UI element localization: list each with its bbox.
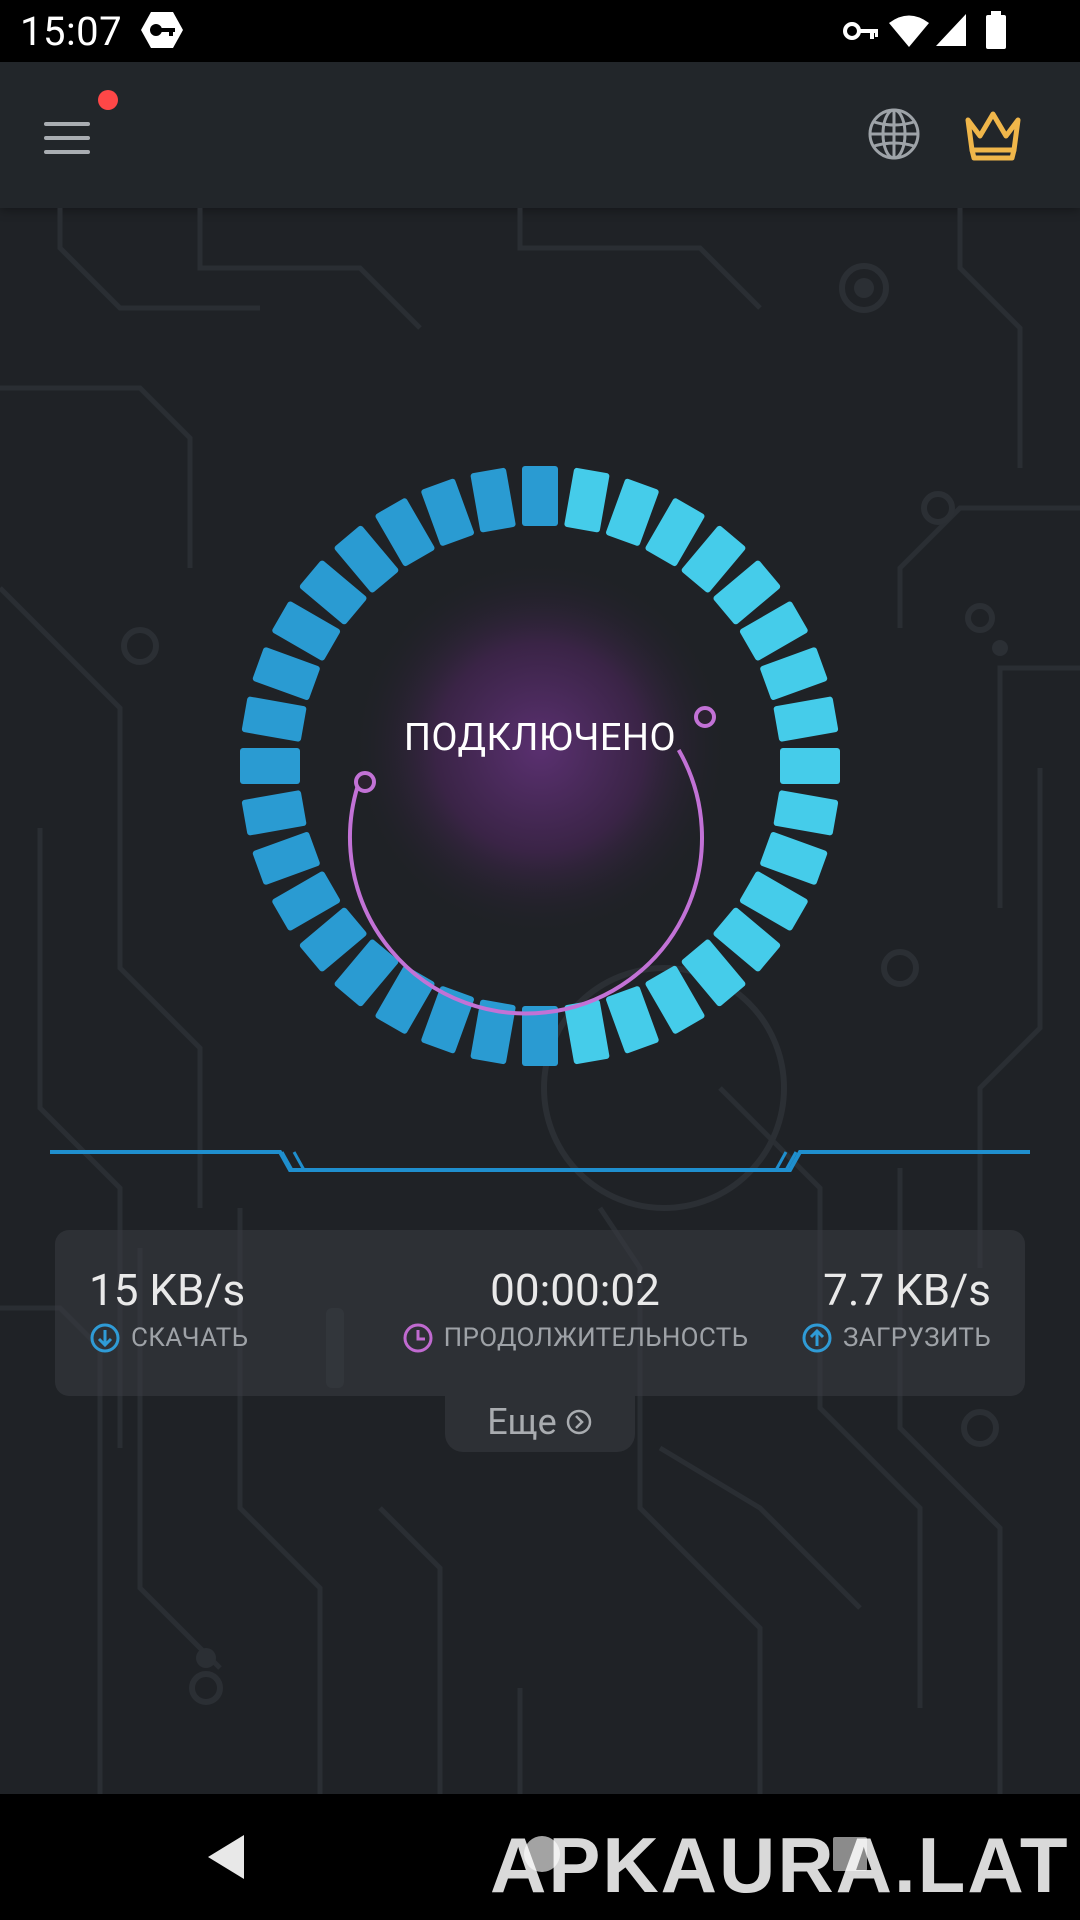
connection-duration: 00:00:02 [490,1264,660,1316]
ring-segment [780,748,840,784]
main-content: ПОДКЛЮЧЕНО 15 KB/s СКАЧАТЬ 00:00:02 ПРОД… [0,208,1080,1794]
ring-segment [241,790,307,836]
menu-button[interactable] [40,114,96,162]
ring-segment [773,696,839,742]
cell-signal-icon [936,14,966,46]
arc-start-dot [354,771,376,793]
divider [50,1150,1030,1172]
ring-segment [252,647,320,700]
upload-speed: 7.7 KB/s [823,1264,991,1316]
connection-indicator[interactable] [210,436,870,1096]
wifi-icon [889,15,929,47]
status-time: 15:07 [20,8,123,55]
download-stat: 15 KB/s СКАЧАТЬ [89,1264,248,1354]
more-button[interactable]: Еще [470,1392,610,1452]
ring-segment [773,790,839,836]
arrow-down-circle-icon [90,1323,120,1353]
upload-stat: 7.7 KB/s ЗАГРУЗИТЬ [801,1264,991,1354]
app-bar [0,62,1080,208]
upload-label: ЗАГРУЗИТЬ [843,1323,991,1353]
ring-segment [241,696,307,742]
status-bar: 15:07 [0,0,1080,62]
ring-segment [606,478,659,546]
vpn-app-icon [141,12,183,48]
ring-segment [421,478,474,546]
download-speed: 15 KB/s [89,1264,246,1316]
key-icon [843,22,878,40]
watermark: APKAURA.LAT [490,1821,1070,1909]
globe-icon[interactable] [866,106,922,162]
ring-segment [760,832,828,885]
progress-ring [240,466,840,1066]
crown-icon[interactable] [962,106,1024,162]
connection-status: ПОДКЛЮЧЕНО [403,716,677,760]
ring-segment [522,466,558,526]
ring-segment [252,832,320,885]
more-label: Еще [487,1401,557,1443]
download-label: СКАЧАТЬ [131,1323,249,1353]
back-icon[interactable] [204,1832,248,1882]
notification-dot [98,90,118,110]
ring-segment [564,467,610,533]
chevron-right-circle-icon [566,1409,592,1435]
ring-segment [760,647,828,700]
hamburger-menu-icon [44,122,90,126]
stats-panel: 15 KB/s СКАЧАТЬ 00:00:02 ПРОДОЛЖИТЕЛЬНОС… [55,1230,1025,1396]
battery-icon [986,11,1006,49]
duration-stat: 00:00:02 ПРОДОЛЖИТЕЛЬНОСТЬ [365,1264,785,1354]
clock-icon [403,1323,433,1353]
ring-segment [240,748,300,784]
duration-label: ПРОДОЛЖИТЕЛЬНОСТЬ [443,1323,749,1353]
ring-segment [470,467,516,533]
arrow-up-circle-icon [802,1323,832,1353]
ring-segment [606,986,659,1054]
